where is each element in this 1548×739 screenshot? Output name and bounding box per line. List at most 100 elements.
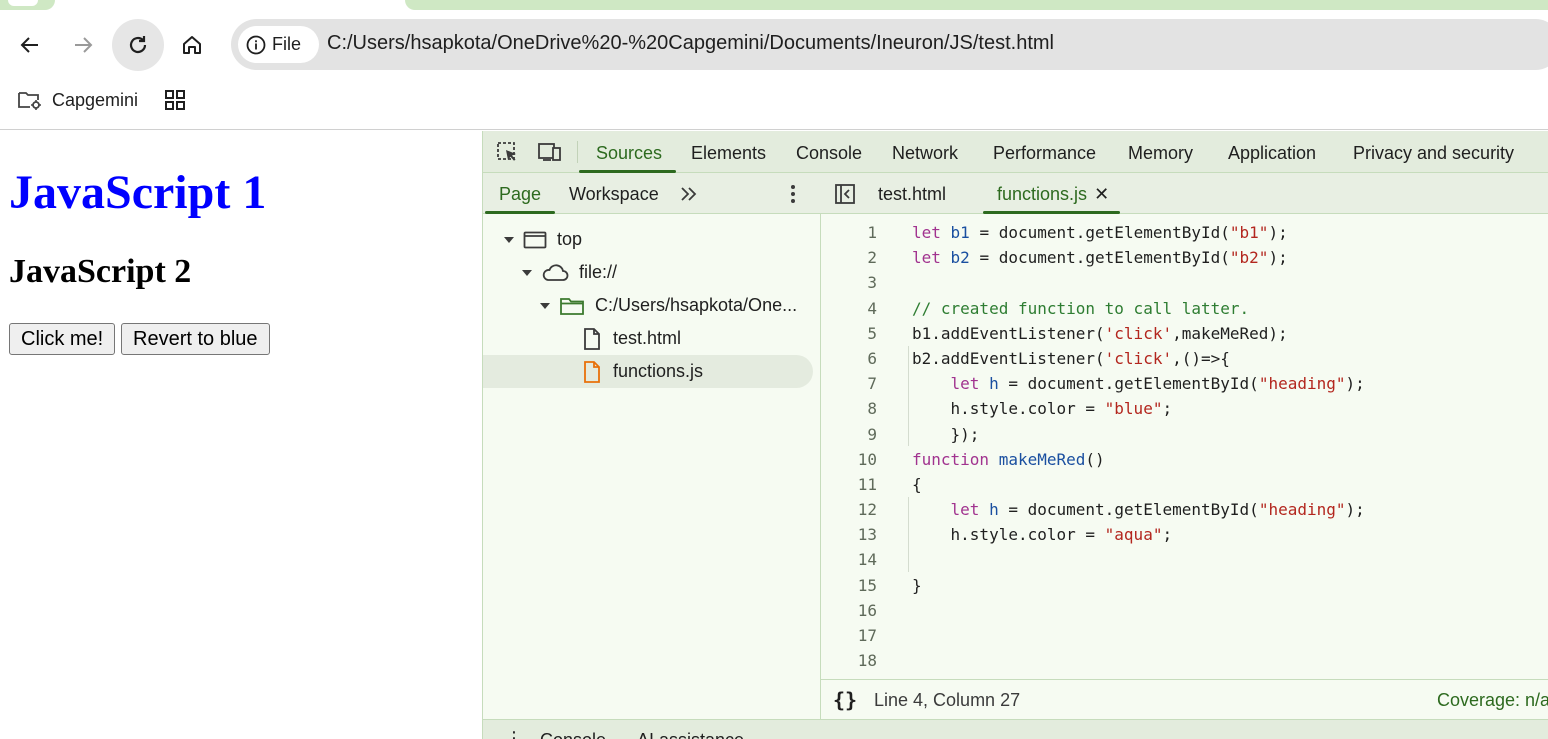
line-number: 13 xyxy=(857,525,877,545)
tab-performance[interactable]: Performance xyxy=(993,143,1096,164)
site-info-chip[interactable]: File xyxy=(238,26,319,63)
line-number: 7 xyxy=(867,374,877,394)
tab-network[interactable]: Network xyxy=(892,143,958,164)
editor-tab-label: functions.js xyxy=(997,184,1088,204)
tab-sources[interactable]: Sources xyxy=(596,143,662,164)
drawer-tab-console[interactable]: Console xyxy=(540,730,606,739)
folder-icon xyxy=(560,297,584,315)
more-tabs-chevron-icon[interactable] xyxy=(679,186,699,202)
bookmarks-bar: Capgemini xyxy=(0,78,1548,130)
editor-tab-functions-js[interactable]: functions.js ✕ xyxy=(997,184,1109,205)
tab-application[interactable]: Application xyxy=(1228,143,1316,164)
editor-tab-test-html[interactable]: test.html xyxy=(878,184,946,205)
coverage-status[interactable]: Coverage: n/a xyxy=(1437,690,1548,711)
site-info-label: File xyxy=(272,34,302,54)
code-editor: test.html functions.js ✕ 1 let b1 = docum… xyxy=(821,173,1548,719)
code-text: // created function to call latter. xyxy=(912,298,1250,318)
tab-page[interactable]: Page xyxy=(499,184,541,205)
tree-label: test.html xyxy=(613,328,682,348)
code-line: 4 // created function to call latter. xyxy=(821,296,1548,321)
tree-label: C:/Users/hsapkota/One... xyxy=(595,295,798,315)
code-text: let b2 = document.getElementById("b2"); xyxy=(912,248,1288,268)
line-number: 14 xyxy=(857,550,877,570)
line-number: 16 xyxy=(857,600,877,620)
tab-elements[interactable]: Elements xyxy=(691,143,766,164)
devtools-drawer: ⋮ Console AI assistance xyxy=(483,719,1548,739)
navigation-bar: File C:/Users/hsapkota/OneDrive%20-%20Ca… xyxy=(0,12,1548,78)
web-page: JavaScript 1 JavaScript 2 Click me! Reve… xyxy=(0,131,482,739)
expand-triangle-icon xyxy=(540,302,550,309)
forward-button[interactable] xyxy=(57,19,109,71)
device-toolbar-icon[interactable] xyxy=(537,140,563,164)
home-button[interactable] xyxy=(166,19,218,71)
code-line: 18 xyxy=(821,648,1548,673)
kebab-menu-icon[interactable] xyxy=(789,184,797,204)
drawer-tab-ai-assistance[interactable]: AI assistance xyxy=(637,730,744,739)
code-line: 3 xyxy=(821,270,1548,295)
expand-triangle-icon xyxy=(504,236,514,243)
code-line: 7 let h = document.getElementById("headi… xyxy=(821,371,1548,396)
drawer-menu-icon[interactable]: ⋮ xyxy=(505,728,523,739)
code-line: 11 { xyxy=(821,472,1548,497)
code-text: { xyxy=(912,474,922,494)
code-line: 2 let b2 = document.getElementById("b2"); xyxy=(821,245,1548,270)
code-line: 1 let b1 = document.getElementById("b1"); xyxy=(821,220,1548,245)
home-icon xyxy=(183,36,201,54)
active-tab[interactable] xyxy=(405,0,1548,10)
tab-stub[interactable] xyxy=(0,0,55,10)
address-bar[interactable]: File C:/Users/hsapkota/OneDrive%20-%20Ca… xyxy=(231,19,1548,70)
editor-status-bar: {} Line 4, Column 27 Coverage: n/a xyxy=(821,679,1548,719)
code-text: h.style.color = "aqua"; xyxy=(912,525,1173,545)
expand-triangle-icon xyxy=(522,269,532,276)
devtools-panel: Sources Elements Console Network Performance… xyxy=(482,131,1548,739)
code-text: b2.addEventListener('click',()=>{ xyxy=(912,348,1230,368)
code-line: 17 xyxy=(821,623,1548,648)
code-text: function makeMeRed() xyxy=(912,449,1105,469)
devtools-toolbar: Sources Elements Console Network Performance… xyxy=(483,131,1548,173)
code-line: 12 let h = document.getElementById("head… xyxy=(821,497,1548,522)
toggle-navigator-icon[interactable] xyxy=(834,183,856,205)
tab-memory[interactable]: Memory xyxy=(1128,143,1193,164)
line-number: 5 xyxy=(867,323,877,343)
code-line: 6 b2.addEventListener('click',()=>{ xyxy=(821,346,1548,371)
back-button[interactable] xyxy=(4,19,56,71)
url-text[interactable]: C:/Users/hsapkota/OneDrive%20-%20Capgemi… xyxy=(327,32,1054,55)
code-text: let h = document.getElementById("heading… xyxy=(950,374,1365,394)
bookmark-folder-capgemini[interactable]: Capgemini xyxy=(16,88,138,112)
editor-tab-indicator xyxy=(983,211,1120,214)
tab-privacy-and-security[interactable]: Privacy and security xyxy=(1353,143,1514,164)
apps-grid-icon[interactable] xyxy=(163,88,187,112)
line-number: 10 xyxy=(857,449,877,469)
line-number: 12 xyxy=(857,500,877,520)
code-text: } xyxy=(912,575,922,595)
code-area[interactable]: 1 let b1 = document.getElementById("b1");… xyxy=(821,220,1548,673)
arrow-left-icon xyxy=(20,37,38,53)
tab-console[interactable]: Console xyxy=(796,143,862,164)
code-line: 13 h.style.color = "aqua"; xyxy=(821,522,1548,547)
bookmark-label: Capgemini xyxy=(52,89,139,110)
inspect-element-icon[interactable] xyxy=(495,140,521,164)
tree-item-file-origin[interactable]: file:// xyxy=(483,256,813,289)
revert-to-blue-button[interactable]: Revert to blue xyxy=(121,323,270,355)
code-text: b1.addEventListener('click',makeMeRed); xyxy=(912,323,1288,343)
code-line: 5 b1.addEventListener('click',makeMeRed); xyxy=(821,321,1548,346)
pretty-print-braces-icon[interactable]: {} xyxy=(833,688,857,712)
code-text: }); xyxy=(912,424,980,444)
reload-button[interactable] xyxy=(112,19,164,71)
tree-item-functions-js[interactable]: functions.js xyxy=(483,355,813,388)
close-tab-icon[interactable]: ✕ xyxy=(1094,184,1109,204)
click-me-button[interactable]: Click me! xyxy=(9,323,116,355)
tree-item-top[interactable]: top xyxy=(483,223,813,256)
line-number: 2 xyxy=(867,248,877,268)
code-text: let b1 = document.getElementById("b1"); xyxy=(912,223,1288,242)
line-number: 17 xyxy=(857,626,877,645)
line-number: 6 xyxy=(867,348,877,368)
code-line: 14 xyxy=(821,547,1548,572)
cloud-icon xyxy=(542,263,569,281)
arrow-right-icon xyxy=(75,37,93,53)
tree-item-folder[interactable]: C:/Users/hsapkota/One... xyxy=(483,289,813,322)
code-text: h.style.color = "blue"; xyxy=(912,399,1173,419)
sources-navigator: Page Workspace top file:// C:/Users/hsap… xyxy=(483,173,821,719)
tab-workspace[interactable]: Workspace xyxy=(569,184,659,205)
tree-item-test-html[interactable]: test.html xyxy=(483,322,813,355)
